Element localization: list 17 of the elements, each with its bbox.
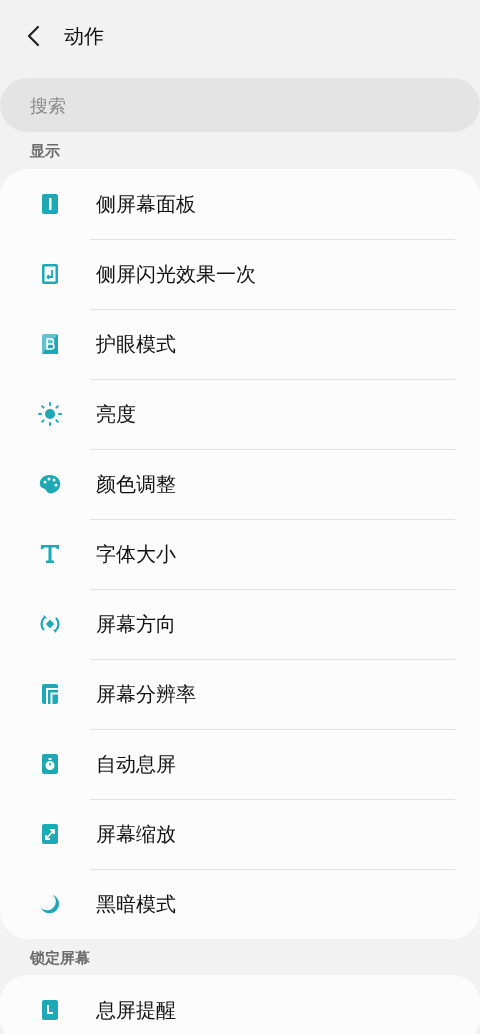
search-field[interactable]: 搜索	[0, 78, 480, 132]
settings-item[interactable]: 自动息屏	[0, 728, 480, 799]
section-title: 锁定屏幕	[28, 947, 91, 969]
settings-item[interactable]: 屏幕分辨率	[0, 658, 480, 729]
section-title: 显示	[29, 141, 61, 162]
settings-item[interactable]: 息屏提醒	[0, 975, 480, 1034]
settings-item[interactable]: 黑暗模式	[0, 868, 480, 939]
page-title: 动作	[64, 23, 104, 50]
settings-item[interactable]: 侧屏闪光效果一次	[0, 238, 480, 309]
settings-item[interactable]: 屏幕方向	[0, 588, 480, 659]
settings-item[interactable]: 字体大小	[0, 518, 480, 589]
sun-icon	[36, 399, 64, 428]
settings-item[interactable]: 屏幕缩放	[0, 798, 480, 869]
settings-item[interactable]: 颜色调整	[0, 448, 480, 519]
settings-item[interactable]: 侧屏幕面板	[0, 168, 480, 239]
settings-item[interactable]: 亮度	[0, 378, 480, 449]
settings-item[interactable]: 护眼模式	[0, 308, 480, 379]
